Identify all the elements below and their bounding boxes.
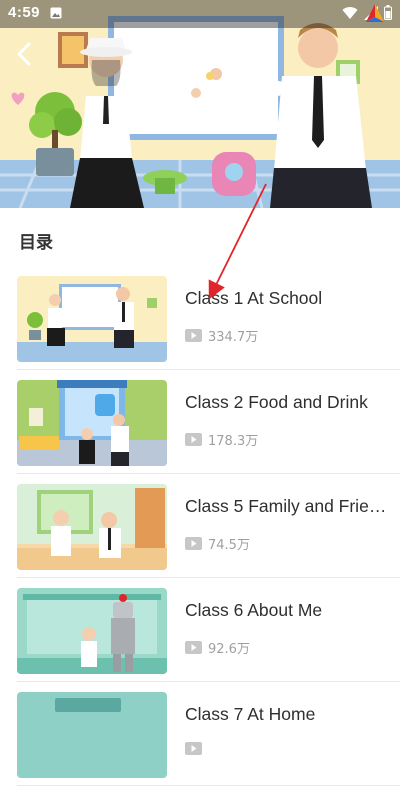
lesson-item[interactable]: Class 7 At Home (17, 682, 400, 786)
hero-illustration (0, 0, 400, 208)
lesson-item[interactable]: Class 6 About Me 92.6万 (17, 578, 400, 682)
play-count-text: 92.6万 (208, 642, 250, 657)
status-bar: 4:59 (0, 0, 400, 28)
play-count: 92.6万 (185, 638, 250, 657)
video-player[interactable] (0, 0, 400, 208)
play-count (185, 742, 208, 755)
play-count-text: 334.7万 (208, 330, 259, 345)
play-icon (185, 641, 202, 654)
lesson-title: Class 7 At Home (185, 704, 316, 724)
play-count-text: 74.5万 (208, 538, 250, 553)
lesson-title: Class 1 At School (185, 288, 323, 308)
status-time: 4:59 (8, 4, 41, 21)
lesson-thumbnail (17, 692, 167, 778)
play-icon (185, 537, 202, 550)
play-count-text: 178.3万 (208, 434, 259, 449)
lesson-title: Class 6 About Me (185, 600, 323, 620)
play-count: 74.5万 (185, 534, 250, 553)
play-icon (185, 742, 202, 755)
lesson-item[interactable]: Class 1 At School 334.7万 (17, 266, 400, 370)
section-title: 目录 (19, 233, 53, 253)
lesson-item[interactable]: Class 5 Family and Friends 74.5万 (17, 474, 400, 578)
lesson-thumbnail (17, 380, 167, 466)
lesson-thumbnail (17, 276, 167, 362)
wifi-icon (342, 6, 358, 19)
lesson-title: Class 2 Food and Drink (185, 392, 368, 412)
play-icon (185, 433, 202, 446)
photo-icon (50, 7, 62, 19)
lesson-thumbnail (17, 588, 167, 674)
play-count: 178.3万 (185, 430, 258, 449)
back-icon (17, 42, 31, 66)
lesson-list: Class 1 At School 334.7万 Class 2 Food an… (0, 266, 400, 786)
lesson-title: Class 5 Family and Friends (185, 496, 395, 516)
play-icon (185, 329, 202, 342)
back-button[interactable] (8, 38, 40, 70)
app-logo-icon (366, 4, 384, 22)
play-count: 334.7万 (185, 326, 258, 345)
lesson-item[interactable]: Class 2 Food and Drink 178.3万 (17, 370, 400, 474)
lesson-thumbnail (17, 484, 167, 570)
